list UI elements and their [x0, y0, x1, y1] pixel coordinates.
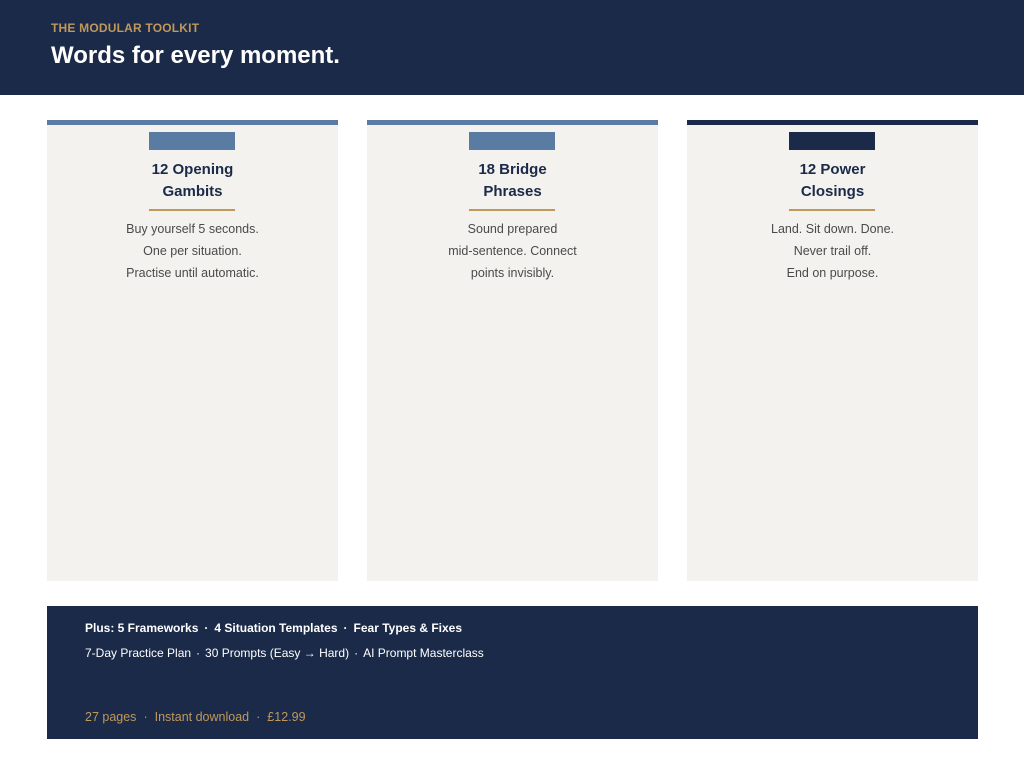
price: £12.99 [267, 710, 306, 724]
card-title: 12 Power Closings [687, 159, 978, 203]
product-meta: 27 pages · Instant download · £12.99 [85, 710, 306, 724]
separator: · [204, 621, 209, 635]
extras-item: 30 Prompts (Easy → Hard) [205, 646, 350, 660]
card-description-line: Never trail off. [793, 244, 872, 258]
card-title-line: Gambits [162, 183, 223, 200]
card-description-line: Buy yourself 5 seconds. [126, 222, 259, 236]
card-tab-marker [789, 132, 875, 150]
card-description-line: Land. Sit down. Done. [771, 222, 894, 236]
page-count: 27 pages [85, 710, 137, 724]
extras-item: Fear Types & Fixes [353, 621, 463, 635]
card-power-closings: 12 Power Closings Land. Sit down. Done. … [687, 120, 978, 581]
card-description-line: Sound prepared [467, 222, 558, 236]
card-description: Sound prepared mid-sentence. Connect poi… [367, 218, 658, 284]
card-description-line: Practise until automatic. [126, 266, 259, 280]
card-divider [789, 209, 875, 211]
card-tab-marker [149, 132, 235, 150]
separator: · [343, 621, 348, 635]
separator: · [196, 646, 201, 660]
card-description: Buy yourself 5 seconds. One per situatio… [47, 218, 338, 284]
card-title-line: Phrases [483, 183, 542, 200]
card-description-line: One per situation. [143, 244, 242, 258]
extras-item: 4 Situation Templates [214, 621, 338, 635]
card-tab-marker [469, 132, 555, 150]
separator: · [354, 646, 359, 660]
extras-item: 7-Day Practice Plan [85, 646, 192, 660]
footer-panel: Plus: 5 Frameworks · 4 Situation Templates… [47, 606, 978, 739]
extras-item: Plus: 5 Frameworks [85, 621, 199, 635]
card-description-line: points invisibly. [470, 266, 555, 280]
card-description: Land. Sit down. Done. Never trail off. E… [687, 218, 978, 284]
delivery-format: Instant download [154, 710, 250, 724]
card-bridge-phrases: 18 Bridge Phrases Sound prepared mid-sen… [367, 120, 658, 581]
extras-secondary-list: 7-Day Practice Plan · 30 Prompts (Easy → H… [85, 646, 484, 660]
card-title: 12 Opening Gambits [47, 159, 338, 203]
separator: · [143, 710, 148, 724]
card-description-line: End on purpose. [786, 266, 879, 280]
card-opening-gambits: 12 Opening Gambits Buy yourself 5 second… [47, 120, 338, 581]
separator: · [256, 710, 261, 724]
eyebrow-label: THE MODULAR TOOLKIT [51, 21, 200, 35]
card-title-line: 12 Power [799, 161, 866, 178]
page-title: Words for every moment. [51, 42, 340, 69]
card-description-line: mid-sentence. Connect [448, 244, 577, 258]
extras-item: AI Prompt Masterclass [363, 646, 484, 660]
card-title: 18 Bridge Phrases [367, 159, 658, 203]
card-title-line: 18 Bridge [478, 161, 547, 178]
extras-primary-list: Plus: 5 Frameworks · 4 Situation Templates… [85, 621, 462, 635]
card-divider [149, 209, 235, 211]
card-title-line: 12 Opening [151, 161, 234, 178]
card-title-line: Closings [800, 183, 865, 200]
header-banner: THE MODULAR TOOLKIT Words for every mome… [0, 0, 1024, 95]
card-divider [469, 209, 555, 211]
